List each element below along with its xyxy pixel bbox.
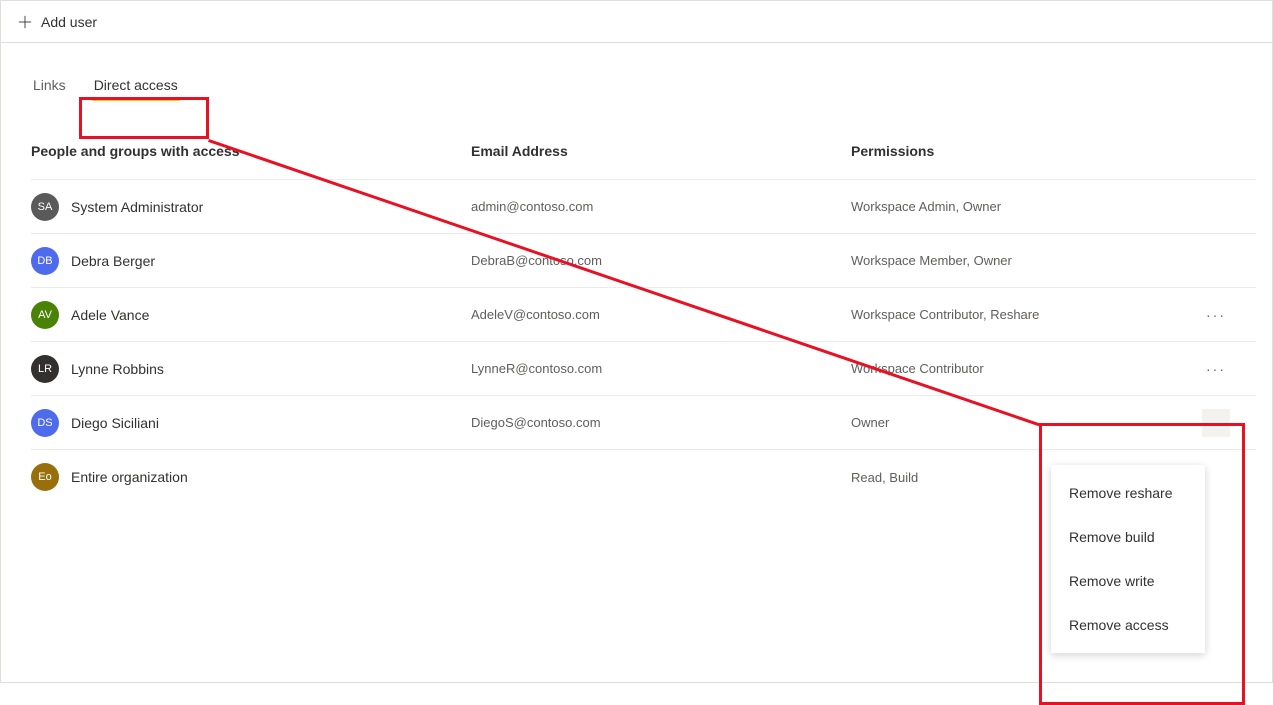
user-perm: Workspace Admin, Owner (851, 199, 1176, 214)
user-email: DiegoS@contoso.com (471, 415, 851, 430)
table-row: LR Lynne Robbins LynneR@contoso.comWorkspa… (31, 342, 1256, 396)
user-name: Adele Vance (71, 307, 149, 323)
user-name: Diego Siciliani (71, 415, 159, 431)
user-name: Entire organization (71, 469, 188, 485)
add-user-button[interactable]: Add user (17, 14, 97, 30)
user-name: System Administrator (71, 199, 203, 215)
tabs: Links Direct access (31, 43, 1256, 101)
avatar: Eo (31, 463, 59, 491)
menu-remove-build[interactable]: Remove build (1051, 515, 1205, 559)
add-user-label: Add user (41, 14, 97, 30)
more-options-button[interactable]: ··· (1202, 355, 1230, 383)
user-email: admin@contoso.com (471, 199, 851, 214)
user-email: LynneR@contoso.com (471, 361, 851, 376)
tab-direct-access[interactable]: Direct access (92, 71, 180, 101)
avatar: DS (31, 409, 59, 437)
ellipsis-icon: ··· (1206, 415, 1226, 431)
user-email: AdeleV@contoso.com (471, 307, 851, 322)
avatar: SA (31, 193, 59, 221)
ellipsis-icon: ··· (1206, 307, 1226, 323)
table-row: DS Diego Siciliani DiegoS@contoso.comOwner… (31, 396, 1256, 450)
table-headers: People and groups with access Email Addr… (31, 143, 1256, 180)
avatar: AV (31, 301, 59, 329)
user-perm: Owner (851, 415, 1176, 430)
context-menu: Remove reshare Remove build Remove write… (1051, 465, 1205, 653)
table-row: SA System Administrator admin@contoso.comW… (31, 180, 1256, 234)
menu-remove-access[interactable]: Remove access (1051, 603, 1205, 647)
ellipsis-icon: ··· (1206, 361, 1226, 377)
more-options-button[interactable]: ··· (1202, 301, 1230, 329)
more-options-button[interactable]: ··· (1202, 409, 1230, 437)
menu-remove-reshare[interactable]: Remove reshare (1051, 471, 1205, 515)
user-name: Lynne Robbins (71, 361, 164, 377)
table-row: AV Adele Vance AdeleV@contoso.comWorkspace… (31, 288, 1256, 342)
avatar: DB (31, 247, 59, 275)
header-email: Email Address (471, 143, 851, 159)
plus-icon (17, 14, 33, 30)
header-name: People and groups with access (31, 143, 471, 159)
avatar: LR (31, 355, 59, 383)
table-body: SASystem Administratoradmin@contoso.comW… (31, 180, 1256, 504)
annotation-box-tab (79, 97, 209, 139)
toolbar: Add user (1, 1, 1272, 43)
user-name: Debra Berger (71, 253, 155, 269)
content: Links Direct access People and groups wi… (1, 43, 1272, 504)
header-perm: Permissions (851, 143, 1176, 159)
user-perm: Workspace Member, Owner (851, 253, 1176, 268)
user-perm: Workspace Contributor (851, 361, 1176, 376)
table-row: DB Debra Berger DebraB@contoso.comWorkspac… (31, 234, 1256, 288)
user-email: DebraB@contoso.com (471, 253, 851, 268)
user-perm: Workspace Contributor, Reshare (851, 307, 1176, 322)
tab-links[interactable]: Links (31, 71, 68, 101)
menu-remove-write[interactable]: Remove write (1051, 559, 1205, 603)
